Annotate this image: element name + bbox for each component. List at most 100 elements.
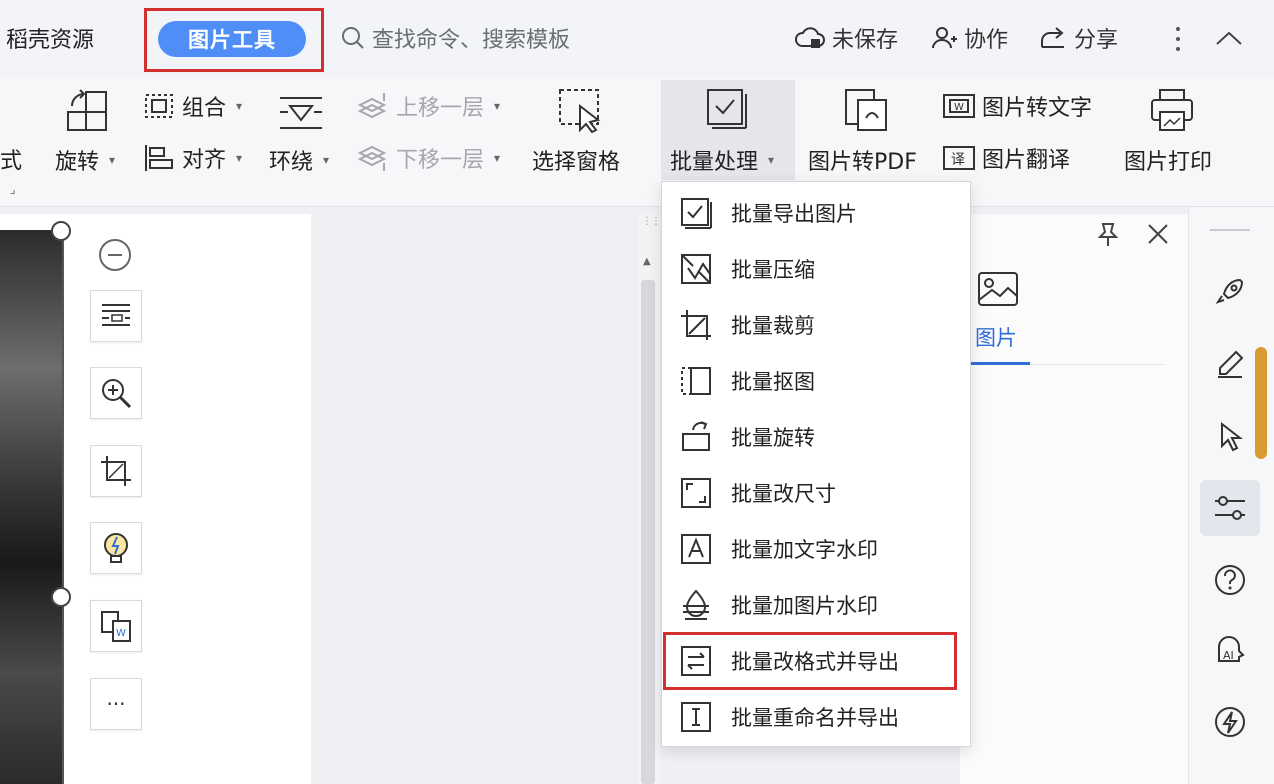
- text-watermark-icon: [679, 532, 713, 566]
- image-translate-button[interactable]: 译 图片翻译: [942, 142, 1070, 174]
- help-icon[interactable]: [1200, 552, 1260, 608]
- batch-menu-item-label: 批量旋转: [731, 426, 815, 450]
- zoom-button[interactable]: [90, 367, 142, 419]
- wrap-icon[interactable]: [276, 92, 326, 134]
- layout-options-button[interactable]: [90, 290, 142, 342]
- pen-icon[interactable]: [1200, 336, 1260, 392]
- align-label: 对齐: [182, 148, 227, 173]
- image-to-pdf-icon[interactable]: [842, 86, 890, 134]
- send-backward-button[interactable]: 下移一层 ▾: [356, 142, 500, 174]
- share-button[interactable]: 分享: [1038, 22, 1118, 54]
- batch-process-icon[interactable]: [704, 86, 748, 132]
- image-watermark-icon: [679, 588, 713, 622]
- picture-tab-icon[interactable]: [976, 270, 1020, 308]
- image-to-text-button[interactable]: W 图片转文字: [942, 90, 1092, 122]
- batch-menu-item-label: 批量压缩: [731, 258, 815, 282]
- tab-picture-tools[interactable]: 图片工具: [158, 21, 306, 57]
- collaborate-button[interactable]: 协作: [930, 22, 1008, 54]
- rotate-button[interactable]: 旋转 ▾: [55, 144, 115, 176]
- panel-tab-picture[interactable]: 图片: [975, 322, 1017, 352]
- smart-suggest-button[interactable]: [90, 522, 142, 574]
- batch-menu-item[interactable]: 批量裁剪: [662, 298, 970, 352]
- group-button[interactable]: 组合 ▾: [142, 90, 242, 122]
- sidebar-grip: [1210, 229, 1250, 231]
- align-icon: [142, 143, 176, 173]
- dialog-launcher-icon[interactable]: ⌟: [10, 182, 16, 196]
- batch-menu-item[interactable]: 批量加文字水印: [662, 522, 970, 576]
- crop-button[interactable]: [90, 445, 142, 497]
- wrap-button[interactable]: 环绕 ▾: [269, 144, 329, 176]
- batch-menu-item[interactable]: 批量抠图: [662, 354, 970, 408]
- highlight-box-menu-item: [663, 632, 957, 690]
- selection-pane-icon[interactable]: [556, 86, 606, 134]
- ribbon-partial-label: 式: [0, 149, 23, 174]
- batch-menu-item-label: 批量抠图: [731, 370, 815, 394]
- chevron-down-icon: ▾: [494, 99, 501, 113]
- splitter-grip-icon[interactable]: ⋮⋮: [642, 216, 661, 227]
- batch-menu-item[interactable]: 批量旋转: [662, 410, 970, 464]
- export-check-icon: [679, 196, 713, 230]
- batch-menu-item[interactable]: 批量压缩: [662, 242, 970, 296]
- batch-menu-item[interactable]: 批量改尺寸: [662, 466, 970, 520]
- image-print-label[interactable]: 图片打印: [1124, 144, 1212, 176]
- batch-menu-item-label: 批量改尺寸: [731, 482, 836, 506]
- unsaved-button[interactable]: 未保存: [794, 22, 898, 54]
- collapse-ribbon-icon[interactable]: [1214, 28, 1244, 48]
- image-to-pdf-label[interactable]: 图片转PDF: [808, 144, 917, 176]
- panel-divider: [1030, 364, 1164, 365]
- bring-forward-button[interactable]: 上移一层 ▾: [356, 90, 500, 122]
- chevron-down-icon: ▾: [768, 153, 775, 167]
- unsaved-label: 未保存: [832, 28, 899, 53]
- more-tools-button[interactable]: ···: [90, 678, 142, 730]
- align-button[interactable]: 对齐 ▾: [142, 142, 242, 174]
- svg-text:译: 译: [951, 152, 965, 168]
- image-convert-icon: W: [99, 609, 133, 643]
- selection-pane-label[interactable]: 选择窗格: [532, 144, 620, 176]
- scroll-up-icon[interactable]: ▲: [643, 256, 651, 267]
- batch-menu-item-label: 批量加图片水印: [731, 594, 878, 618]
- batch-menu-item-label: 批量裁剪: [731, 314, 815, 338]
- svg-text:W: W: [116, 628, 126, 639]
- batch-menu-item-label: 批量重命名并导出: [731, 706, 899, 730]
- lightning-icon[interactable]: [1200, 694, 1260, 750]
- image-print-icon[interactable]: [1148, 86, 1196, 134]
- more-menu-icon[interactable]: [1170, 24, 1186, 54]
- share-label: 分享: [1074, 28, 1119, 53]
- chevron-down-icon: ▾: [323, 153, 330, 167]
- send-backward-label: 下移一层: [396, 148, 485, 173]
- search-box[interactable]: 查找命令、搜索模板: [340, 22, 570, 54]
- batch-process-label: 批量处理: [670, 150, 759, 175]
- sidebar-scrollbar[interactable]: [1255, 347, 1267, 459]
- resize-handle-top[interactable]: [51, 221, 71, 241]
- selected-image[interactable]: [0, 230, 62, 784]
- collaborate-icon: [930, 25, 958, 51]
- cloud-icon: [794, 25, 826, 51]
- convert-button[interactable]: W: [90, 600, 142, 652]
- rotate-icon[interactable]: [62, 86, 112, 134]
- batch-menu-item[interactable]: 批量重命名并导出: [662, 690, 970, 744]
- batch-menu-item[interactable]: 批量加图片水印: [662, 578, 970, 632]
- panel-tab-underline: [968, 362, 1030, 365]
- batch-menu-item[interactable]: 批量导出图片: [662, 186, 970, 240]
- cursor-icon[interactable]: [1200, 408, 1260, 464]
- pin-icon[interactable]: [1094, 220, 1122, 248]
- rocket-icon[interactable]: [1200, 264, 1260, 320]
- group-label: 组合: [182, 96, 227, 121]
- text-wrap-icon: [100, 301, 132, 331]
- svg-text:AI: AI: [1223, 649, 1234, 662]
- close-icon[interactable]: [1146, 222, 1170, 246]
- resize-icon: [679, 476, 713, 510]
- resize-handle-middle[interactable]: [51, 587, 71, 607]
- scrollbar-thumb[interactable]: [641, 280, 655, 784]
- tab-docer-resources[interactable]: 稻壳资源: [6, 22, 94, 54]
- rename-icon: [679, 700, 713, 734]
- ai-assistant-icon[interactable]: AI: [1200, 624, 1260, 680]
- image-translate-icon: 译: [942, 143, 976, 173]
- search-placeholder: 查找命令、搜索模板: [372, 28, 571, 53]
- chevron-down-icon: ▾: [109, 153, 116, 167]
- zoom-in-icon: [99, 376, 133, 410]
- image-to-text-icon: W: [942, 91, 976, 121]
- batch-process-button[interactable]: 批量处理 ▾: [670, 144, 774, 176]
- zoom-out-icon[interactable]: [98, 238, 132, 272]
- adjust-settings-icon[interactable]: [1200, 480, 1260, 536]
